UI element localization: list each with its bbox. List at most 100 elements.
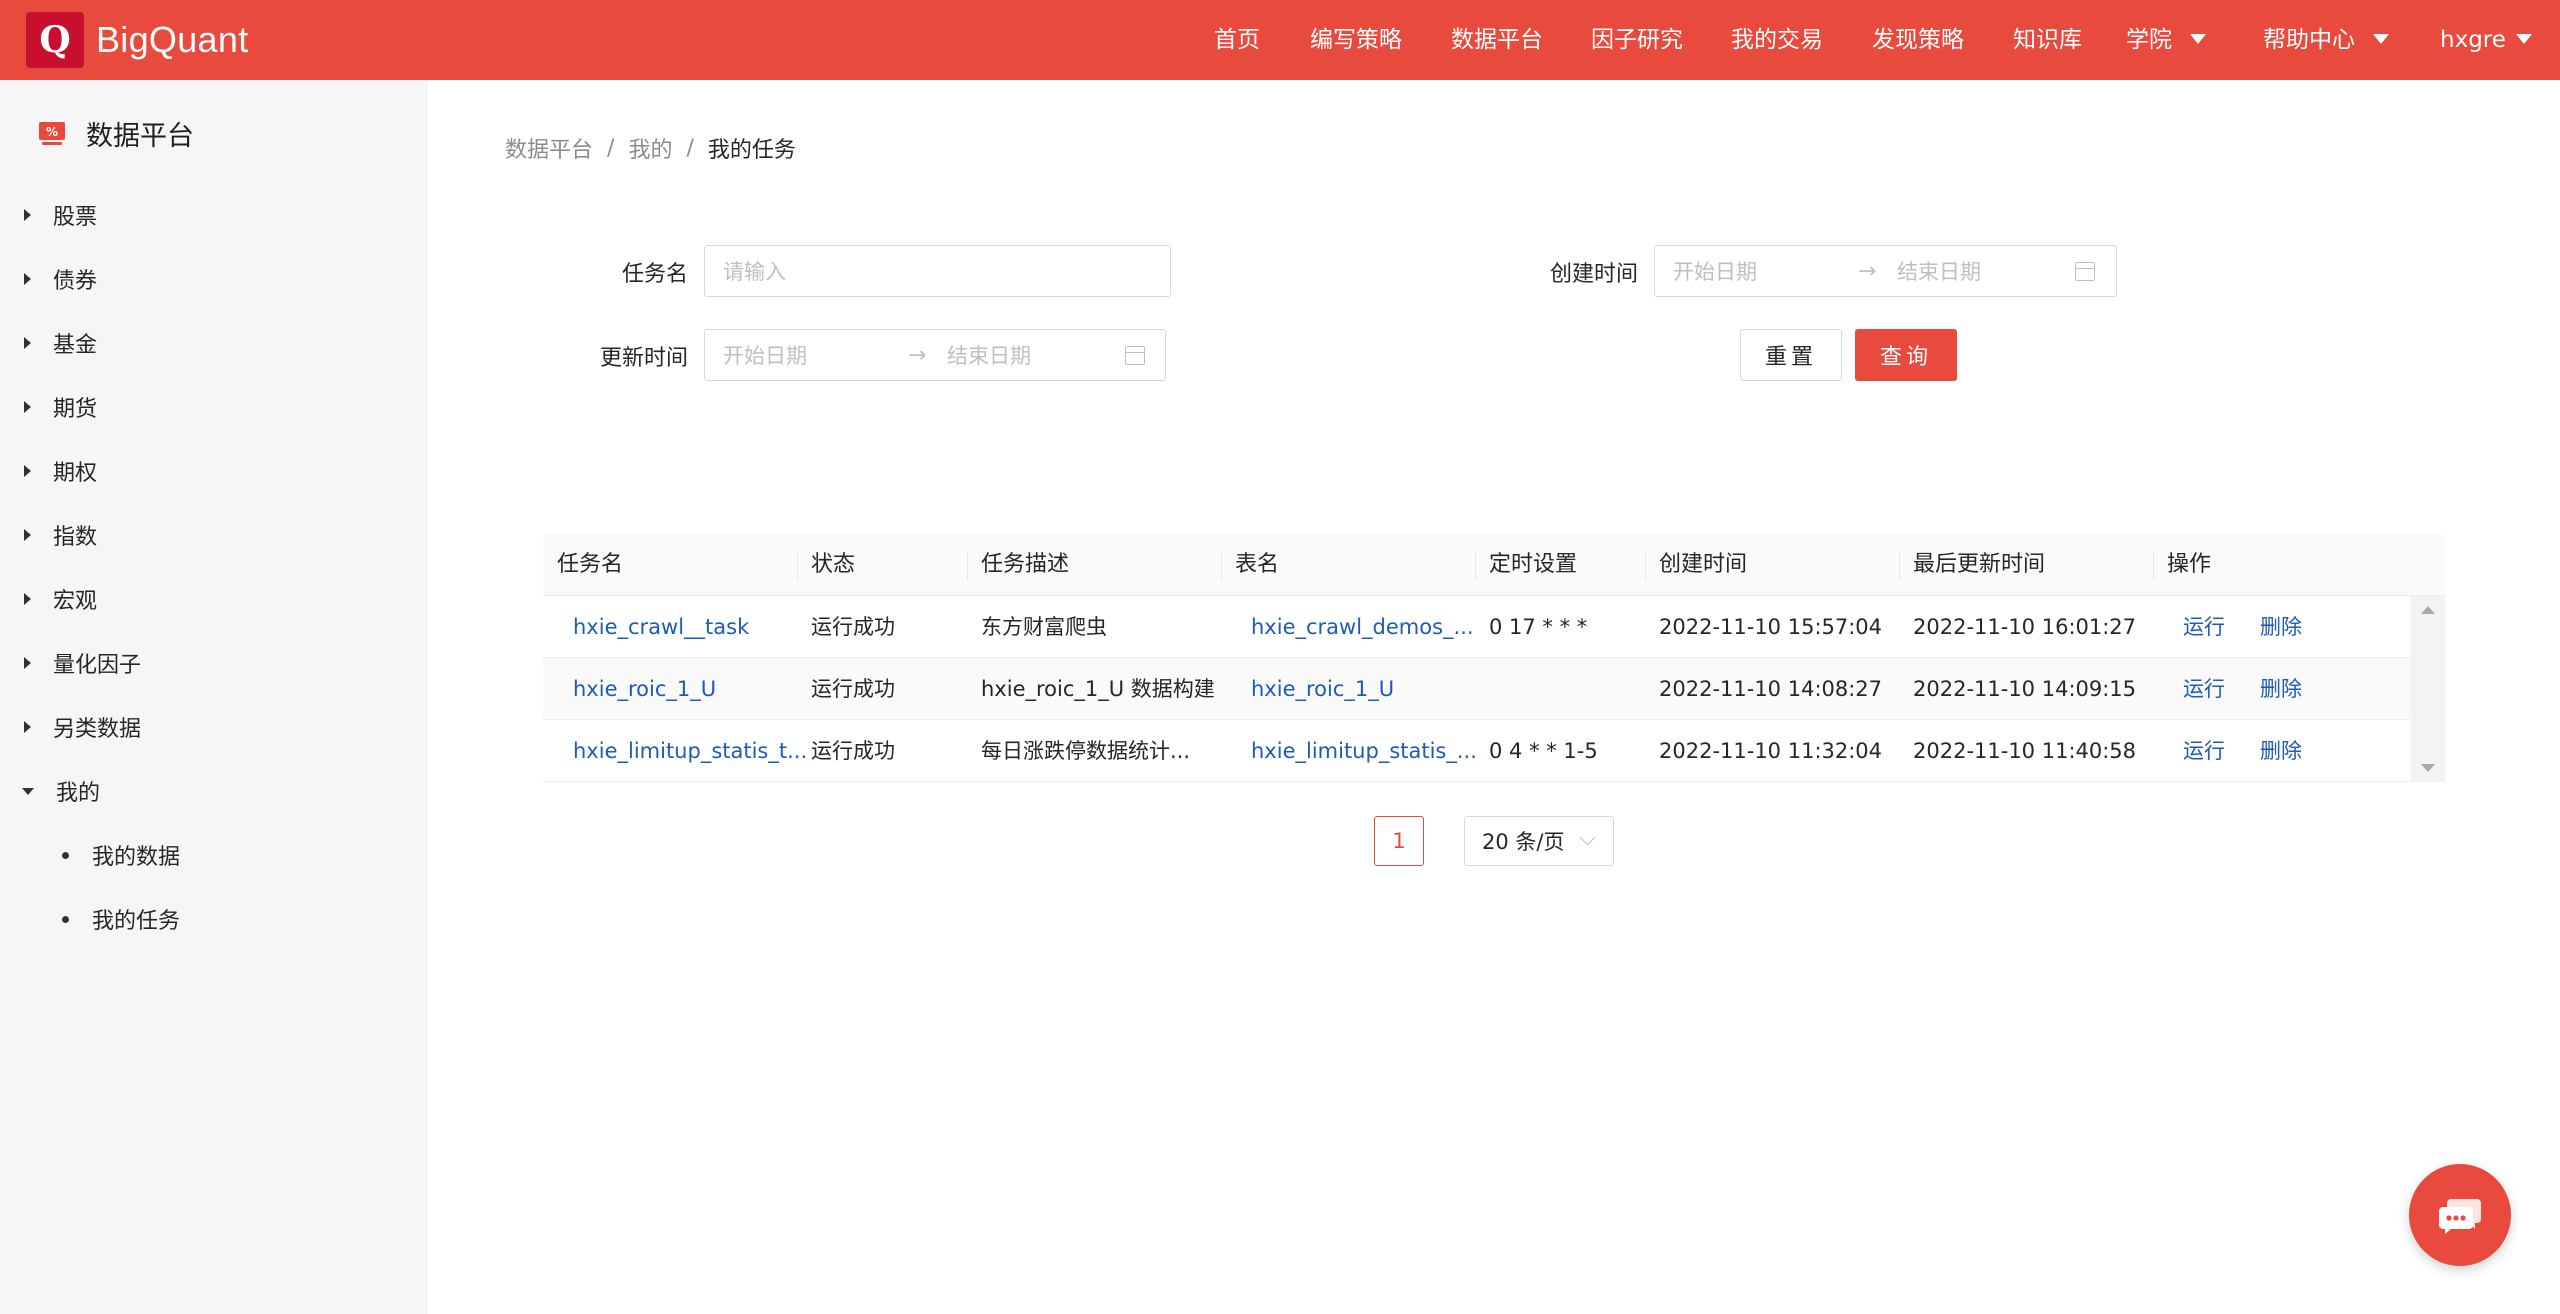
created-time-range-picker[interactable]: 开始日期 → 结束日期 — [1654, 245, 2117, 297]
scroll-down-icon[interactable] — [2421, 764, 2435, 772]
breadcrumb-mine[interactable]: 我的 — [628, 132, 672, 164]
task-status: 运行成功 — [811, 677, 895, 701]
nav-item-my-trading[interactable]: 我的交易 — [1731, 0, 1823, 80]
breadcrumb-data-platform[interactable]: 数据平台 — [505, 132, 593, 164]
breadcrumb: 数据平台 / 我的 / 我的任务 — [505, 132, 796, 164]
updated-start-date[interactable]: 开始日期 — [723, 340, 807, 370]
caret-down-icon — [22, 787, 34, 795]
query-button[interactable]: 查询 — [1855, 329, 1957, 381]
svg-text:%: % — [46, 125, 58, 139]
chevron-down-icon — [1579, 829, 1596, 846]
caret-right-icon — [24, 657, 31, 669]
nav-item-factor-research[interactable]: 因子研究 — [1591, 0, 1683, 80]
task-name-link[interactable]: hxie_limitup_statis_t... — [573, 720, 807, 782]
caret-right-icon — [24, 273, 31, 285]
sidebar-title: 数据平台 — [86, 121, 194, 152]
sidebar-item-quant-factors[interactable]: 量化因子 — [0, 639, 428, 687]
sidebar-item-label: 另类数据 — [53, 717, 142, 742]
column-divider — [1899, 550, 1900, 580]
sidebar-item-alt-data[interactable]: 另类数据 — [0, 703, 428, 751]
task-created-time: 2022-11-10 14:08:27 — [1659, 677, 1883, 701]
sidebar-item-macro[interactable]: 宏观 — [0, 575, 428, 623]
sidebar-item-futures[interactable]: 期货 — [0, 383, 428, 431]
sidebar-item-label: 债券 — [53, 269, 98, 294]
chevron-down-icon — [2373, 33, 2389, 44]
user-menu[interactable]: hxgre — [2440, 0, 2532, 80]
page-size-value: 20 条/页 — [1482, 830, 1565, 854]
nav-item-academy[interactable]: 学院 — [2126, 0, 2206, 80]
username: hxgre — [2440, 27, 2506, 53]
nav-item-home[interactable]: 首页 — [1214, 0, 1260, 80]
run-button[interactable]: 运行 — [2183, 720, 2225, 782]
task-name-input[interactable]: 请输入 — [704, 245, 1171, 297]
table-header: 任务名 状态 任务描述 表名 定时设置 创建时间 最后更新时间 操作 — [543, 534, 2445, 596]
range-arrow-icon: → — [908, 342, 927, 368]
sidebar-subitem-my-data[interactable]: 我的数据 — [0, 831, 428, 879]
sidebar-item-label: 期货 — [53, 397, 98, 422]
sidebar-item-stocks[interactable]: 股票 — [0, 191, 428, 239]
delete-button[interactable]: 删除 — [2260, 720, 2302, 782]
column-divider — [2153, 550, 2154, 580]
reset-button[interactable]: 重置 — [1740, 329, 1842, 381]
scroll-up-icon[interactable] — [2421, 606, 2435, 614]
sidebar-item-mine[interactable]: 我的 — [0, 767, 428, 815]
page-size-select[interactable]: 20 条/页 — [1464, 816, 1614, 866]
delete-button[interactable]: 删除 — [2260, 596, 2302, 658]
updated-end-date[interactable]: 结束日期 — [947, 340, 1031, 370]
created-start-date[interactable]: 开始日期 — [1673, 256, 1757, 286]
column-header-schedule: 定时设置 — [1489, 552, 1578, 577]
nav-item-data-platform[interactable]: 数据平台 — [1451, 0, 1543, 80]
column-divider — [1475, 550, 1476, 580]
sidebar-item-bonds[interactable]: 债券 — [0, 255, 428, 303]
table-row: hxie_roic_1_U 运行成功 hxie_roic_1_U 数据构建 hx… — [543, 658, 2411, 720]
sidebar-subitem-my-tasks[interactable]: 我的任务 — [0, 895, 428, 943]
brand-name: BigQuant — [96, 19, 249, 60]
breadcrumb-separator: / — [686, 135, 694, 161]
column-divider — [1645, 550, 1646, 580]
created-end-date[interactable]: 结束日期 — [1897, 256, 1981, 286]
nav-item-knowledge-base[interactable]: 知识库 — [2013, 0, 2082, 80]
sidebar-item-funds[interactable]: 基金 — [0, 319, 428, 367]
sidebar-item-label: 指数 — [53, 525, 98, 550]
task-created-time: 2022-11-10 15:57:04 — [1659, 615, 1883, 639]
task-name-link[interactable]: hxie_roic_1_U — [573, 658, 716, 720]
updated-time-range-picker[interactable]: 开始日期 → 结束日期 — [704, 329, 1166, 381]
nav-item-write-strategy[interactable]: 编写策略 — [1310, 0, 1402, 80]
updated-time-label: 更新时间 — [600, 346, 689, 371]
delete-button[interactable]: 删除 — [2260, 658, 2302, 720]
task-description: hxie_roic_1_U 数据构建 — [981, 677, 1215, 701]
bullet-icon — [62, 915, 69, 923]
task-updated-time: 2022-11-10 11:40:58 — [1913, 739, 2137, 763]
nav-item-discover-strategy[interactable]: 发现策略 — [1872, 0, 1964, 80]
sidebar-item-label: 量化因子 — [53, 653, 142, 678]
table-row: hxie_limitup_statis_t... 运行成功 每日涨跌停数据统计.… — [543, 720, 2411, 782]
table-name-link[interactable]: hxie_limitup_statis_... — [1251, 720, 1477, 782]
caret-right-icon — [24, 209, 31, 221]
chat-button[interactable] — [2409, 1164, 2511, 1266]
sidebar-item-indices[interactable]: 指数 — [0, 511, 428, 559]
task-name-link[interactable]: hxie_crawl__task — [573, 596, 749, 658]
table-name-link[interactable]: hxie_roic_1_U — [1251, 658, 1394, 720]
chevron-down-icon — [2515, 33, 2532, 44]
run-button[interactable]: 运行 — [2183, 596, 2225, 658]
created-time-label: 创建时间 — [1550, 262, 1639, 287]
calendar-icon — [1125, 346, 1145, 365]
breadcrumb-separator: / — [607, 135, 615, 161]
brand-logo[interactable]: Q BigQuant — [26, 12, 249, 68]
task-created-time: 2022-11-10 11:32:04 — [1659, 739, 1883, 763]
nav-item-help-center[interactable]: 帮助中心 — [2263, 0, 2389, 80]
sidebar-header: % 数据平台 — [38, 114, 194, 153]
sidebar-item-label: 基金 — [53, 333, 98, 358]
table-name-link[interactable]: hxie_crawl_demos_... — [1251, 596, 1474, 658]
caret-right-icon — [24, 465, 31, 477]
task-description: 东方财富爬虫 — [981, 615, 1107, 639]
column-header-table-name: 表名 — [1235, 552, 1280, 577]
column-header-created: 创建时间 — [1659, 552, 1748, 577]
sidebar-item-label: 股票 — [53, 205, 98, 230]
table-scrollbar[interactable] — [2411, 596, 2445, 782]
page-1-button[interactable]: 1 — [1374, 816, 1424, 866]
sidebar-item-options[interactable]: 期权 — [0, 447, 428, 495]
table-row: hxie_crawl__task 运行成功 东方财富爬虫 hxie_crawl_… — [543, 596, 2411, 658]
run-button[interactable]: 运行 — [2183, 658, 2225, 720]
column-divider — [797, 550, 798, 580]
